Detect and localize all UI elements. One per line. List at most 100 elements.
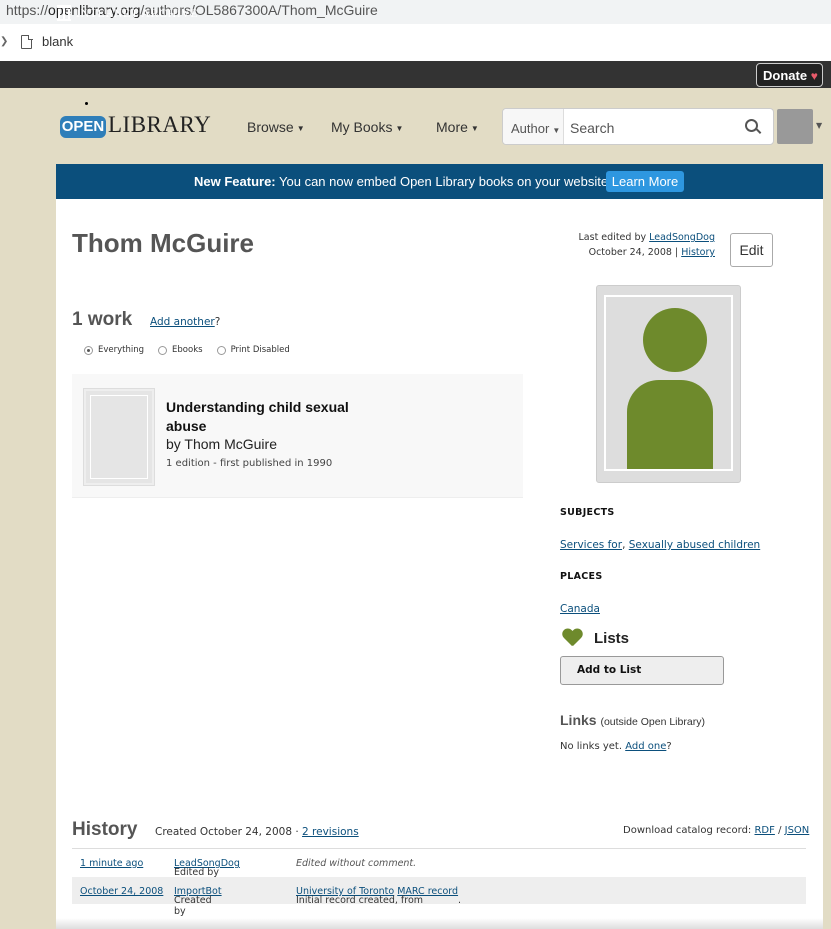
links-title: Links [560, 712, 597, 728]
caret-down-icon: ▼ [470, 123, 479, 133]
nav-more-label: More [436, 119, 468, 135]
comment-suffix: . [458, 895, 462, 906]
caret-down-icon: ▼ [552, 126, 561, 135]
last-edited-date: October 24, 2008 [588, 247, 672, 258]
feature-banner: New Feature: You can now embed Open Libr… [56, 164, 823, 199]
links-note: (outside Open Library) [600, 716, 705, 728]
panel-bottom-shadow [56, 918, 823, 929]
open-library-logo[interactable]: OPEN LIBRARY [60, 102, 212, 142]
places-heading: PLACES [560, 571, 603, 582]
work-title-link[interactable]: Understanding child sexual abuse [166, 398, 386, 436]
add-another-link[interactable]: Add another [150, 316, 215, 328]
author-photo-placeholder [596, 285, 741, 483]
heart-icon: ♥ [810, 69, 818, 83]
place-link[interactable]: Canada [560, 603, 600, 615]
person-body-icon [627, 380, 713, 469]
work-filter-group: Everything Ebooks Print Disabled [84, 345, 304, 355]
subject-separator: , [622, 539, 629, 551]
rdf-link[interactable]: RDF [754, 825, 774, 836]
subjects-heading: SUBJECTS [560, 507, 615, 518]
nav-browse[interactable]: Browse ▼ [247, 119, 305, 135]
banner-lead: New Feature: [194, 174, 276, 189]
history-when-link[interactable]: 1 minute ago [80, 858, 143, 869]
history-comment: Edited without comment. [296, 858, 417, 869]
last-edited-info: Last edited by LeadSongDog October 24, 2… [560, 230, 716, 260]
nav-browse-label: Browse [247, 119, 294, 135]
archive-building-icon [57, 5, 71, 21]
banner-text: New Feature: You can now embed Open Libr… [194, 174, 612, 189]
radio-icon[interactable] [158, 345, 168, 355]
subject-link[interactable]: Services for [560, 539, 622, 551]
logo-dot [85, 102, 88, 105]
history-when-link[interactable]: October 24, 2008 [80, 886, 163, 897]
filter-label: Ebooks [172, 345, 203, 355]
caret-down-icon[interactable]: ▼ [816, 121, 822, 130]
created-text: Created October 24, 2008 · [155, 826, 303, 838]
search-facet-label: Author [511, 121, 550, 136]
caret-down-icon: ▼ [296, 123, 305, 133]
add-to-list-button[interactable]: Add to List [560, 656, 724, 685]
last-edited-prefix: Last edited by [578, 232, 650, 243]
subjects-list: Services for, Sexually abused children [560, 539, 760, 551]
places-list: Canada [560, 603, 600, 615]
lists-section: Lists [562, 629, 629, 648]
add-another-suffix: ? [214, 316, 221, 328]
donate-button[interactable]: Donate ♥ [756, 63, 823, 87]
work-meta: 1 edition - first published in 1990 [166, 458, 333, 469]
filter-print-disabled[interactable]: Print Disabled [216, 345, 290, 355]
internet-archive-logo[interactable]: INTERNET ARCHIVE [57, 5, 198, 21]
heart-icon [562, 629, 583, 648]
list-item: Understanding child sexual abuse by Thom… [72, 374, 523, 498]
history-created: Created October 24, 2008 · 2 revisions [155, 826, 359, 838]
nav-my-books[interactable]: My Books ▼ [331, 119, 403, 135]
download-catalog: Download catalog record: RDF / JSON [623, 825, 809, 836]
caret-down-icon: ▼ [395, 123, 404, 133]
donate-label: Donate [763, 68, 808, 83]
filter-ebooks[interactable]: Ebooks [158, 345, 203, 355]
add-one-link[interactable]: Add one [625, 741, 666, 752]
url-prefix: https:// [6, 2, 49, 18]
last-edited-user-link[interactable]: LeadSongDog [649, 232, 715, 243]
banner-message: You can now embed Open Library books on … [275, 174, 612, 189]
search-icon[interactable] [745, 119, 759, 133]
history-comment: Initial record created, from University … [296, 886, 461, 906]
slash: / [774, 825, 785, 836]
links-heading: Links (outside Open Library) [560, 712, 705, 728]
history-link[interactable]: History [681, 247, 715, 258]
edit-button[interactable]: Edit [730, 233, 773, 267]
nav-more[interactable]: More ▼ [436, 119, 479, 135]
history-action-label: Created by [174, 895, 212, 917]
no-links-label: No links yet. [560, 741, 626, 752]
bookmark-blank[interactable]: blank [42, 34, 73, 49]
revisions-link[interactable]: 2 revisions [302, 826, 359, 838]
search-input[interactable]: Search [570, 120, 614, 136]
work-author[interactable]: by Thom McGuire [166, 436, 277, 452]
search-box: Author ▼ Search [502, 108, 774, 145]
internet-archive-label: INTERNET ARCHIVE [76, 5, 199, 20]
logo-open: OPEN [60, 116, 106, 138]
filter-label: Print Disabled [230, 345, 290, 355]
document-icon [21, 34, 33, 49]
avatar[interactable] [777, 109, 813, 144]
history-action: Created by ImportBot [174, 886, 222, 917]
add-one-suffix: ? [666, 741, 672, 752]
separator: | [671, 247, 682, 258]
filter-everything[interactable]: Everything [84, 345, 144, 355]
bookmark-bar: ❯ blank [0, 24, 831, 61]
subject-link[interactable]: Sexually abused children [629, 539, 760, 551]
table-row: October 24, 2008 Created by ImportBot In… [72, 877, 806, 917]
radio-icon[interactable] [216, 345, 226, 355]
history-action: Edited by LeadSongDog [174, 858, 240, 878]
learn-more-button[interactable]: Learn More [606, 171, 684, 192]
search-facet-select[interactable]: Author ▼ [503, 109, 564, 144]
page-title: Thom McGuire [72, 228, 255, 258]
book-cover-placeholder[interactable] [83, 388, 155, 486]
table-row: 1 minute ago Edited by LeadSongDog Edite… [72, 849, 806, 878]
json-link[interactable]: JSON [785, 825, 810, 836]
filter-label: Everything [98, 345, 145, 355]
radio-selected-icon[interactable] [84, 345, 93, 355]
person-head-icon [643, 308, 707, 372]
chevron-icon[interactable]: ❯ [0, 36, 8, 47]
history-heading: History [72, 819, 138, 840]
logo-library: LIBRARY [108, 112, 212, 137]
